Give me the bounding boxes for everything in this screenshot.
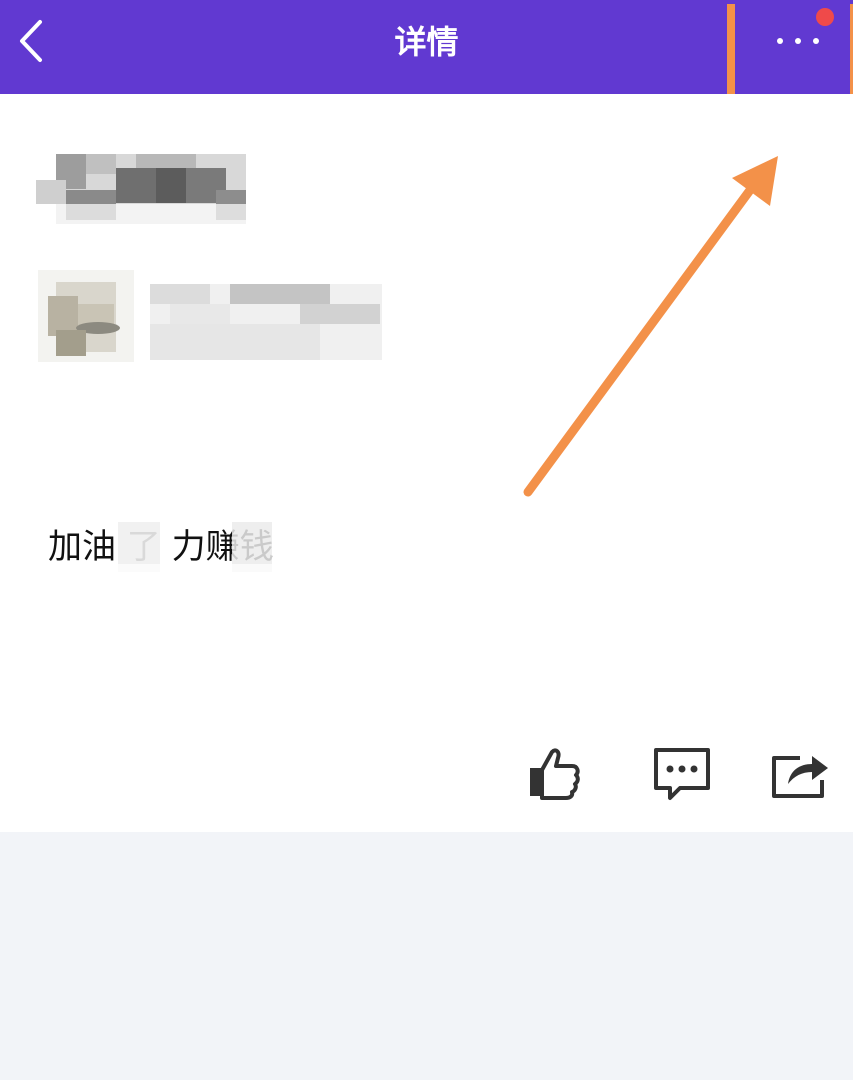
- pixelated-title: [36, 154, 266, 230]
- share-button[interactable]: [770, 744, 830, 800]
- top-app-bar: 详情: [0, 0, 853, 94]
- avatar: [38, 270, 134, 362]
- thumbs-up-icon: [530, 748, 580, 800]
- text-smudge: [30, 564, 430, 594]
- comment-button[interactable]: [652, 746, 712, 802]
- comment-icon: [654, 748, 710, 800]
- pixelated-username: [150, 284, 382, 360]
- share-icon: [772, 756, 828, 798]
- post-card: 加油 了 力赚钱: [0, 94, 853, 832]
- page-title: 详情: [394, 23, 459, 61]
- like-button[interactable]: [526, 744, 582, 800]
